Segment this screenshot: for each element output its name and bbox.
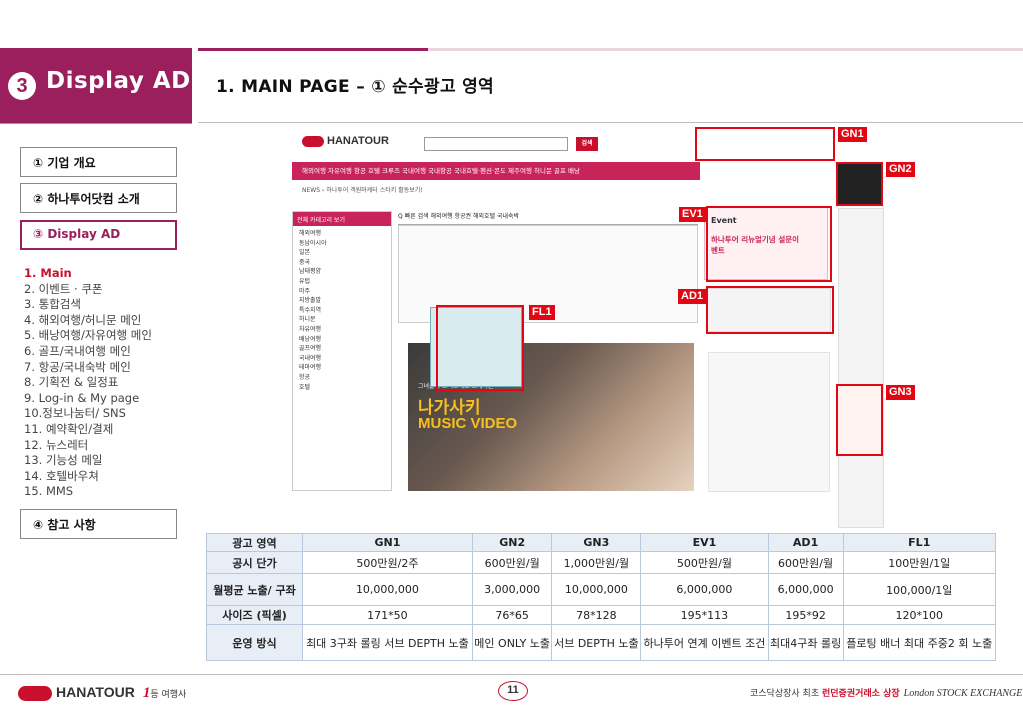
lse-logo: London STOCK EXCHANGE <box>903 688 1023 699</box>
section-title: Display AD <box>46 68 191 94</box>
sub-item[interactable]: 15. MMS <box>24 484 152 500</box>
footer-listing-note: 코스닥상장사 최초 런던증권거래소 상장 London STOCK EXCHANG… <box>750 688 1023 699</box>
row-header-operation: 운영 방식 <box>206 624 303 661</box>
section-badge: 3 Display AD <box>0 48 192 123</box>
table-cell: 플로팅 배너 최대 주중2 회 노출 <box>842 624 997 661</box>
table-cell: 최대4구좌 롤링 <box>767 624 844 661</box>
table-header: GN3 <box>551 533 642 552</box>
sub-item[interactable]: 4. 해외여행/허니문 메인 <box>24 313 152 329</box>
menu-hanatour-intro[interactable]: ② 하나투어닷컴 소개 <box>20 183 177 213</box>
callout-gn3-box <box>836 384 883 456</box>
row-header-size: 사이즈 (픽셀) <box>206 605 303 625</box>
table-cell: 1,000만원/월 <box>551 551 642 574</box>
section-number: 3 <box>8 72 36 100</box>
table-cell: 195*92 <box>767 605 844 625</box>
table-cell: 10,000,000 <box>551 573 642 606</box>
menu-reference[interactable]: ④ 참고 사항 <box>20 509 177 539</box>
sub-item-main[interactable]: 1. Main <box>24 266 152 282</box>
table-row: 운영 방식 최대 3구좌 롤링 서브 DEPTH 노출 메인 ONLY 노출 서… <box>206 624 997 661</box>
table-header: EV1 <box>640 533 769 552</box>
table-cell: 120*100 <box>842 605 997 625</box>
sub-item[interactable]: 9. Log-in & My page <box>24 391 152 407</box>
table-cell: 600만원/월 <box>471 551 553 574</box>
mock-quick-search-tabs: Q 빠른 검색 해외여행 항공권 해외호텔 국내숙박 <box>398 211 698 225</box>
row-header-price: 공시 단가 <box>206 551 303 574</box>
mock-search-input <box>424 137 568 151</box>
mock-search-button: 검색 <box>576 137 598 151</box>
table-cell: 메인 ONLY 노출 <box>471 624 553 661</box>
table-cell: 하나투어 연계 이벤트 조건 <box>640 624 769 661</box>
callout-ad1-box <box>706 286 834 334</box>
table-cell: 500만원/2주 <box>302 551 473 574</box>
sub-item[interactable]: 2. 이벤트 · 쿠폰 <box>24 282 152 298</box>
table-cell: 100만원/1일 <box>842 551 997 574</box>
table-cell: 서브 DEPTH 노출 <box>551 624 642 661</box>
sub-item[interactable]: 3. 통합검색 <box>24 297 152 313</box>
sub-item[interactable]: 7. 항공/국내숙박 메인 <box>24 360 152 376</box>
callout-gn3-label: GN3 <box>886 385 915 400</box>
mock-right-rail <box>838 208 884 528</box>
callout-ad1-label: AD1 <box>678 289 707 304</box>
table-cell: 78*128 <box>551 605 642 625</box>
sub-item[interactable]: 11. 예약확인/결제 <box>24 422 152 438</box>
mock-news-list <box>708 352 830 492</box>
callout-fl1-label: FL1 <box>529 305 555 320</box>
table-header: 광고 영역 <box>206 533 303 552</box>
footer-logo: HANATOUR 1등 여행사 <box>18 684 186 702</box>
row-header-impressions: 월평균 노출/ 구좌 <box>206 573 303 606</box>
page-title: 1. MAIN PAGE – ① 순수광고 영역 <box>216 77 494 97</box>
sub-item[interactable]: 13. 기능성 메일 <box>24 453 152 469</box>
table-row: 사이즈 (픽셀) 171*50 76*65 78*128 195*113 195… <box>206 605 997 625</box>
table-cell: 195*113 <box>640 605 769 625</box>
sidebar-divider <box>0 123 192 124</box>
callout-gn1-label: GN1 <box>838 127 867 142</box>
page-number: 11 <box>498 681 528 701</box>
sub-item[interactable]: 8. 기획전 & 일정표 <box>24 375 152 391</box>
table-cell: 600만원/월 <box>767 551 844 574</box>
mock-logo: HANATOUR <box>302 135 389 147</box>
content-divider <box>198 122 1023 123</box>
header-rule <box>198 48 1023 51</box>
ad-spec-table: 광고 영역 GN1 GN2 GN3 EV1 AD1 FL1 공시 단가 500만… <box>206 533 997 661</box>
table-cell: 100,000/1일 <box>842 573 997 606</box>
table-header: GN1 <box>302 533 473 552</box>
callout-gn2-box <box>836 162 883 206</box>
table-header: FL1 <box>842 533 997 552</box>
table-header: GN2 <box>471 533 553 552</box>
table-cell: 최대 3구좌 롤링 서브 DEPTH 노출 <box>302 624 473 661</box>
menu-company-overview[interactable]: ① 기업 개요 <box>20 147 177 177</box>
footer-divider <box>0 674 1023 675</box>
callout-ev1-label: EV1 <box>679 207 706 222</box>
table-row: 공시 단가 500만원/2주 600만원/월 1,000만원/월 500만원/월… <box>206 551 997 574</box>
sub-item[interactable]: 10.정보나눔터/ SNS <box>24 406 152 422</box>
callout-ev1-box <box>706 206 832 282</box>
table-cell: 3,000,000 <box>471 573 553 606</box>
table-header: AD1 <box>767 533 844 552</box>
sub-item[interactable]: 5. 배낭여행/자유여행 메인 <box>24 328 152 344</box>
table-cell: 76*65 <box>471 605 553 625</box>
callout-fl1-box <box>436 305 524 391</box>
table-cell: 500만원/월 <box>640 551 769 574</box>
callout-gn1-box <box>695 127 835 161</box>
table-cell: 6,000,000 <box>767 573 844 606</box>
table-header-row: 광고 영역 GN1 GN2 GN3 EV1 AD1 FL1 <box>206 533 997 552</box>
table-cell: 171*50 <box>302 605 473 625</box>
table-row: 월평균 노출/ 구좌 10,000,000 3,000,000 10,000,0… <box>206 573 997 606</box>
mock-left-category: 전체 카테고리 보기 해외여행 동남아시아 일본 중국 남태평양 유럽 미주 지방출발 … <box>292 211 392 491</box>
sub-menu-list: 1. Main 2. 이벤트 · 쿠폰 3. 통합검색 4. 해외여행/허니문 … <box>24 266 152 500</box>
sub-item[interactable]: 6. 골프/국내여행 메인 <box>24 344 152 360</box>
mock-nav-bar: 해외여행 자유여행 항공 호텔 크루즈 국내여행 국내항공 국내호텔·펜션·콘도… <box>292 162 700 180</box>
menu-display-ad[interactable]: ③ Display AD <box>20 220 177 250</box>
sub-item[interactable]: 14. 호텔바우쳐 <box>24 469 152 485</box>
table-cell: 10,000,000 <box>302 573 473 606</box>
mock-news-ticker: NEWS › 하나투어 객원마케터 스타키 활동보기! <box>302 187 423 194</box>
table-cell: 6,000,000 <box>640 573 769 606</box>
callout-gn2-label: GN2 <box>886 162 915 177</box>
sub-item[interactable]: 12. 뉴스레터 <box>24 438 152 454</box>
